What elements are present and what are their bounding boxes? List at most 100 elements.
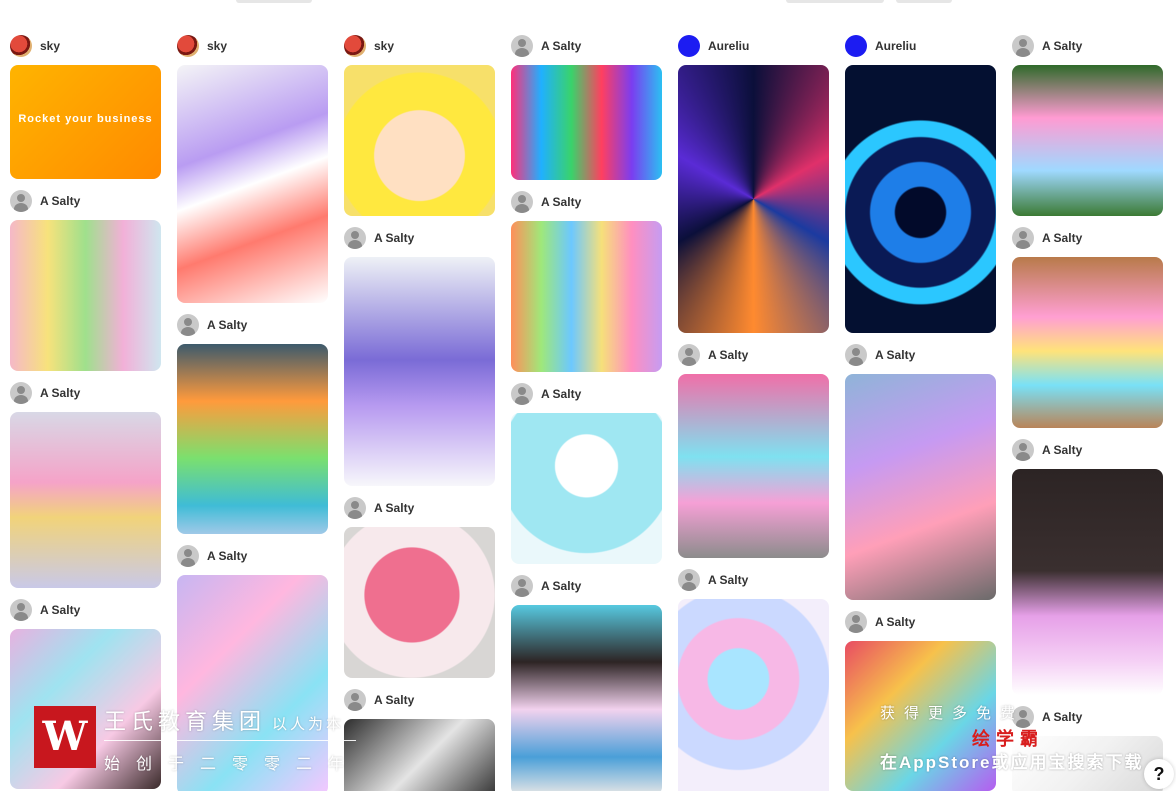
default-avatar-icon — [177, 544, 199, 567]
red-avatar-icon — [344, 34, 366, 57]
promo-line-1: 获得更多免费 — [880, 705, 1025, 722]
pin-image[interactable] — [845, 65, 996, 333]
blue-avatar-icon — [678, 34, 700, 57]
education-watermark: W 王氏教育集团 以人为本 始创于二零零二年 — [34, 702, 374, 782]
pin-image[interactable] — [1012, 65, 1163, 216]
feed-column: sky A Salty A Salty A Salty — [344, 33, 495, 791]
pin-image[interactable] — [511, 221, 662, 372]
watermark-title-small: 以人为本 — [272, 716, 345, 733]
pin-author[interactable]: A Salty — [10, 188, 161, 213]
default-avatar-icon — [678, 343, 700, 366]
author-name: sky — [40, 38, 61, 53]
pin-author[interactable]: A Salty — [511, 573, 662, 598]
pin-author[interactable]: A Salty — [678, 342, 829, 367]
pin-image[interactable] — [177, 344, 328, 534]
author-name: A Salty — [374, 230, 415, 245]
author-name: A Salty — [1042, 230, 1083, 245]
feed-column: sky Rocket your business A Salty A Salty A S… — [10, 33, 161, 791]
author-name: Aureliu — [875, 38, 917, 53]
author-name: A Salty — [875, 347, 916, 362]
author-name: sky — [207, 38, 228, 53]
pin-author[interactable]: Aureliu — [845, 33, 996, 58]
pin-image[interactable] — [344, 257, 495, 486]
feed-column: A Salty A Salty A Salty FLOUR A Salty — [511, 33, 662, 791]
pin-author[interactable]: A Salty — [1012, 225, 1163, 250]
pin-author[interactable]: Aureliu — [678, 33, 829, 58]
pin-image[interactable]: FLOUR — [511, 413, 662, 564]
default-avatar-icon — [845, 343, 867, 366]
app-promo-watermark: 获得更多免费 绘学霸 在AppStore或应用宝搜索下载 — [878, 700, 1158, 780]
red-avatar-icon — [177, 34, 199, 57]
pin-image[interactable] — [678, 599, 829, 791]
pin-author[interactable]: sky — [10, 33, 161, 58]
pin-image[interactable] — [511, 65, 662, 180]
toolbar-edge-right — [896, 0, 952, 3]
blue-avatar-icon — [845, 34, 867, 57]
pin-image[interactable] — [10, 412, 161, 588]
author-name: sky — [374, 38, 395, 53]
pin-author[interactable]: A Salty — [344, 225, 495, 250]
default-avatar-icon — [10, 381, 32, 404]
pin-author[interactable]: A Salty — [511, 33, 662, 58]
pin-author[interactable]: A Salty — [177, 543, 328, 568]
pin-image[interactable] — [344, 527, 495, 678]
pin-image-caption: Rocket your business — [18, 112, 153, 125]
author-name: A Salty — [708, 347, 749, 362]
author-name: A Salty — [374, 692, 415, 707]
toolbar-edge-middle — [786, 0, 884, 3]
author-name: A Salty — [541, 194, 582, 209]
pin-image[interactable]: Rocket your business — [10, 65, 161, 179]
pin-image[interactable] — [10, 220, 161, 371]
pin-image[interactable] — [344, 65, 495, 216]
pin-image[interactable] — [1012, 469, 1163, 695]
author-name: A Salty — [207, 548, 248, 563]
promo-line-3: 在AppStore或应用宝搜索下载 — [880, 753, 1144, 772]
pin-image[interactable] — [511, 605, 662, 791]
author-name: A Salty — [708, 572, 749, 587]
pin-author[interactable]: A Salty — [511, 381, 662, 406]
default-avatar-icon — [845, 610, 867, 633]
pin-author[interactable]: A Salty — [845, 342, 996, 367]
author-name: A Salty — [1042, 38, 1083, 53]
author-name: A Salty — [40, 193, 81, 208]
pin-author[interactable]: sky — [344, 33, 495, 58]
default-avatar-icon — [10, 598, 32, 621]
watermark-divider — [104, 740, 356, 741]
pin-author[interactable]: A Salty — [678, 567, 829, 592]
default-avatar-icon — [177, 313, 199, 336]
author-name: A Salty — [40, 385, 81, 400]
default-avatar-icon — [10, 189, 32, 212]
default-avatar-icon — [511, 574, 533, 597]
watermark-subtitle: 始创于二零零二年 — [104, 756, 361, 773]
watermark-logo: W — [34, 706, 96, 768]
feed-column: Aureliu A Salty A Salty — [845, 33, 996, 791]
pin-image[interactable] — [1012, 257, 1163, 428]
pin-author[interactable]: A Salty — [10, 597, 161, 622]
default-avatar-icon — [1012, 226, 1034, 249]
toolbar-edge-left — [236, 0, 312, 3]
pin-image[interactable] — [678, 65, 829, 333]
author-name: A Salty — [541, 386, 582, 401]
pin-author[interactable]: A Salty — [177, 312, 328, 337]
author-name: Aureliu — [708, 38, 750, 53]
help-button[interactable]: ? — [1144, 759, 1174, 789]
pin-author[interactable]: A Salty — [511, 189, 662, 214]
pin-image-caption: FLOUR — [565, 476, 608, 489]
pin-image[interactable] — [845, 374, 996, 600]
default-avatar-icon — [344, 496, 366, 519]
pin-author[interactable]: A Salty — [1012, 437, 1163, 462]
default-avatar-icon — [344, 226, 366, 249]
author-name: A Salty — [207, 317, 248, 332]
author-name: A Salty — [40, 602, 81, 617]
pin-author[interactable]: A Salty — [845, 609, 996, 634]
pin-author[interactable]: A Salty — [344, 495, 495, 520]
watermark-title: 王氏教育集团 以人为本 — [104, 709, 345, 734]
pin-author[interactable]: A Salty — [10, 380, 161, 405]
pin-image[interactable] — [678, 374, 829, 558]
pin-author[interactable]: sky — [177, 33, 328, 58]
feed-column: sky A Salty A Salty — [177, 33, 328, 791]
pin-image[interactable] — [177, 65, 328, 303]
author-name: A Salty — [875, 614, 916, 629]
pin-author[interactable]: A Salty — [1012, 33, 1163, 58]
default-avatar-icon — [678, 568, 700, 591]
